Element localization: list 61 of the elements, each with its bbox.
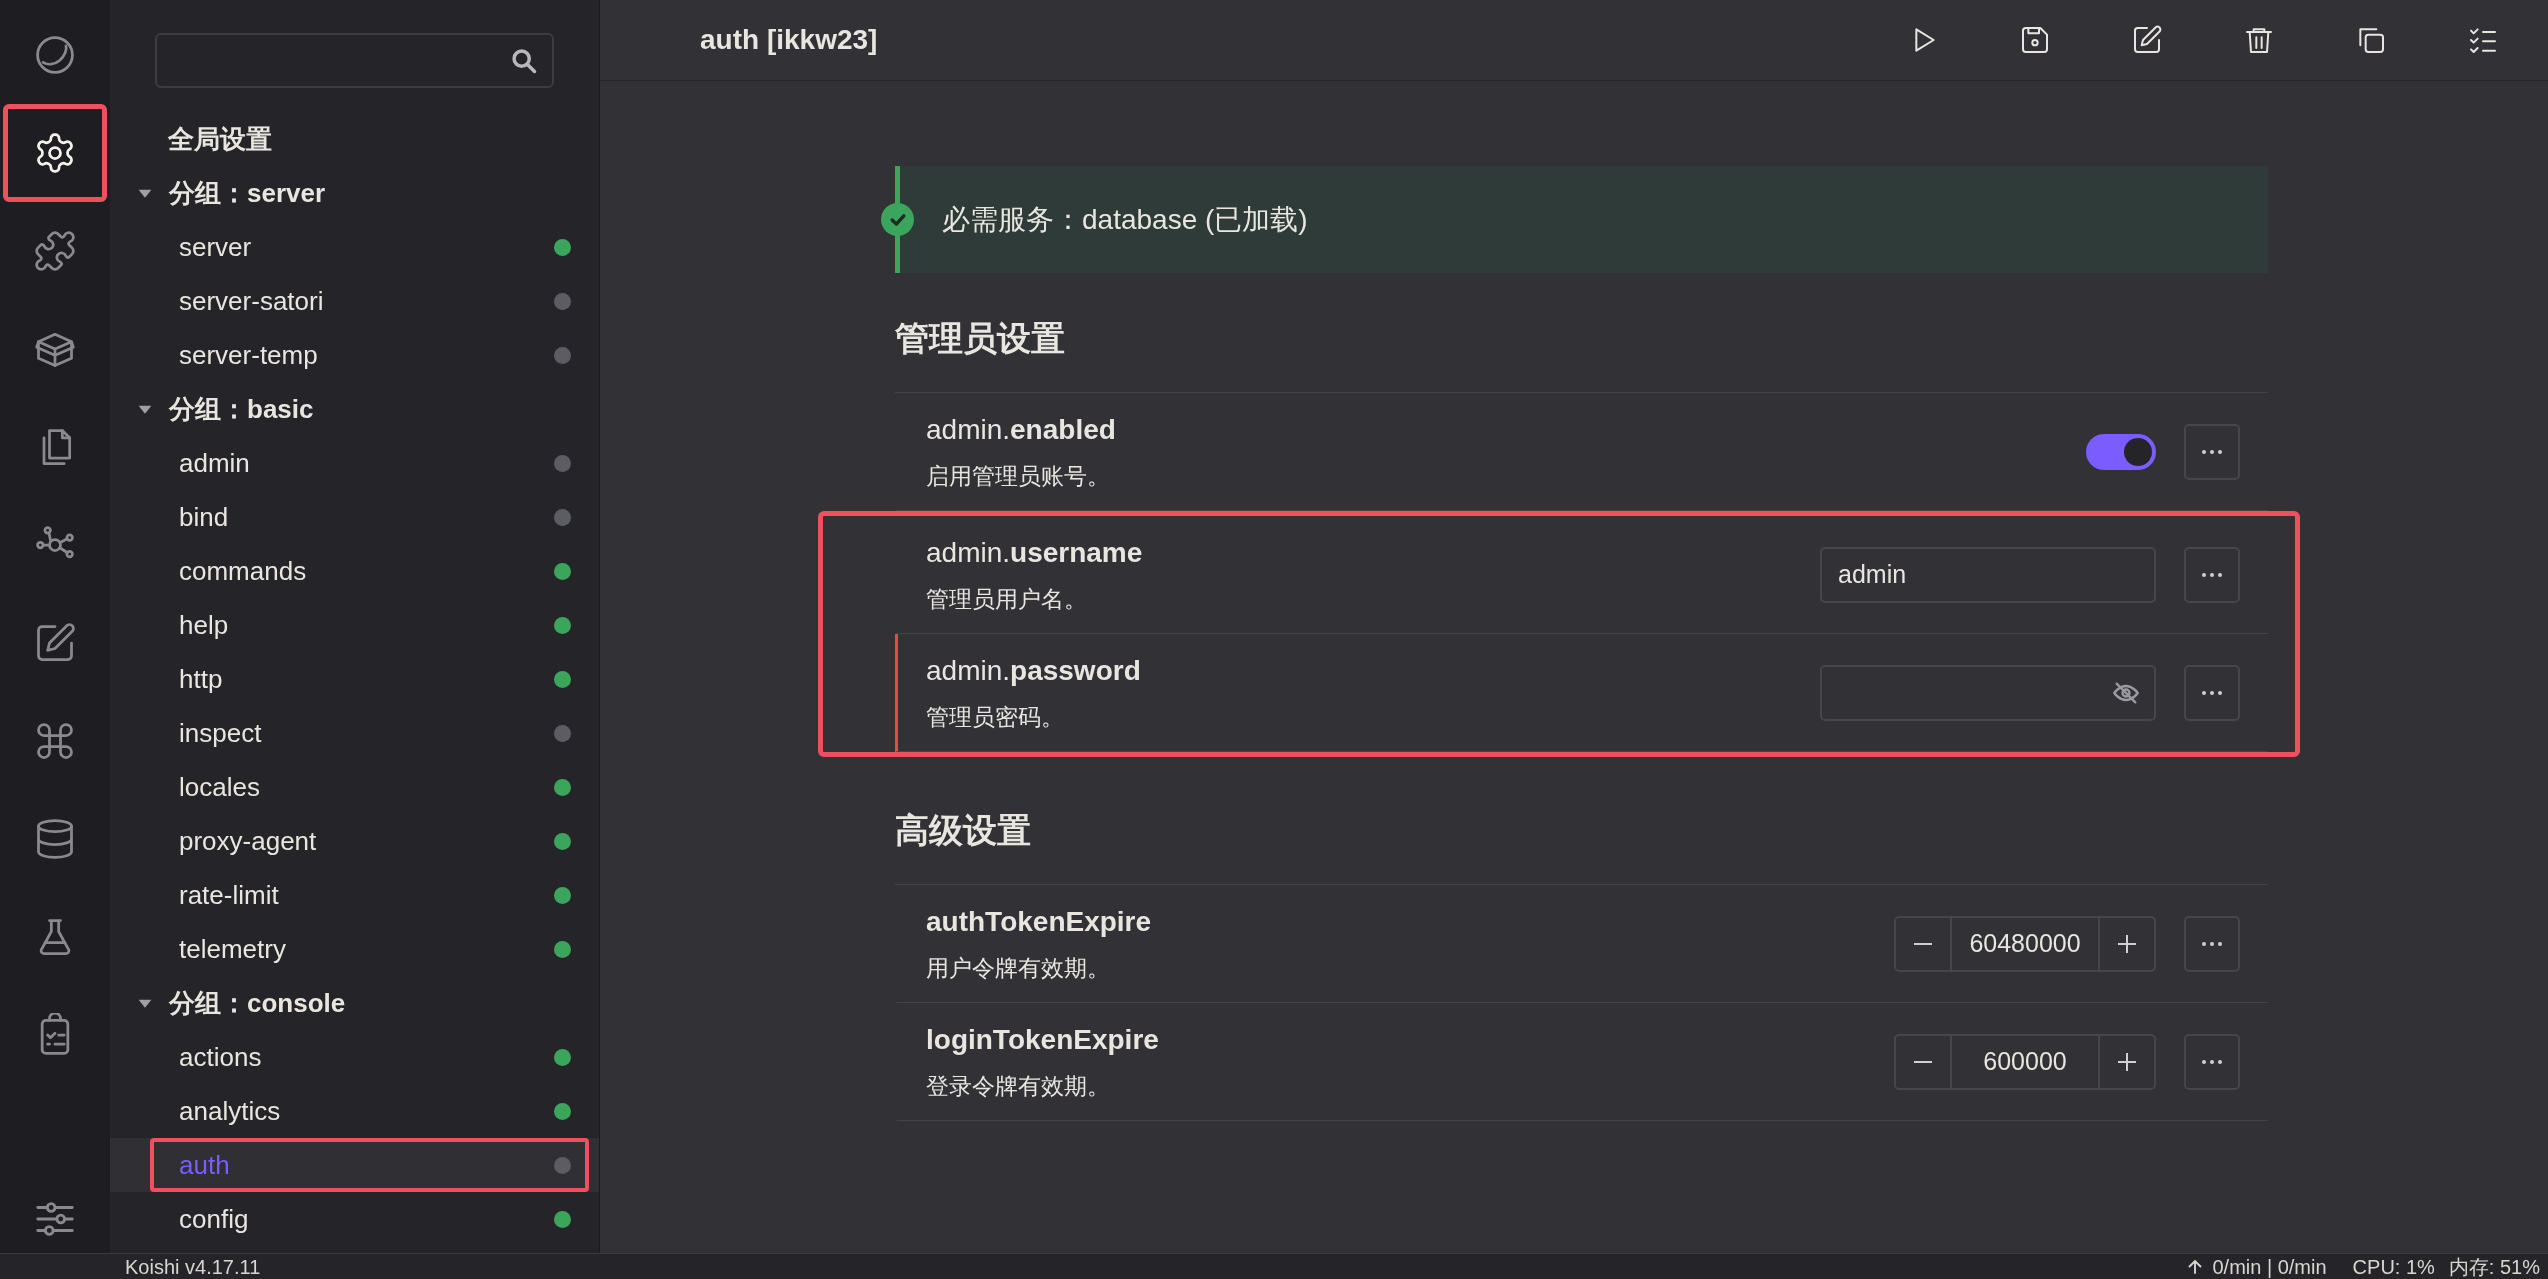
page-title: auth [ikkw23] [700, 23, 879, 57]
notice-text: 必需服务：database (已加载) [942, 202, 1308, 237]
tree-item[interactable]: help [150, 598, 589, 652]
search-field[interactable] [155, 33, 554, 88]
cpu-text: CPU: 1% [2352, 1254, 2435, 1279]
tree-item[interactable]: config [150, 1192, 589, 1246]
puzzle-icon [33, 229, 77, 273]
group-label[interactable]: 分组：server [169, 173, 326, 213]
more-icon [2201, 689, 2223, 696]
edit-icon [2131, 24, 2163, 56]
number-stepper[interactable]: 600000 [1894, 1033, 2156, 1090]
more-icon [2201, 571, 2223, 578]
tree-item[interactable]: server-temp [150, 328, 589, 382]
search-icon [510, 46, 538, 75]
number-field[interactable]: 600000 [1952, 1035, 2098, 1088]
tree-item[interactable]: server-satori [150, 274, 589, 328]
setting-name: admin.enabled [926, 413, 1117, 448]
setting-description: 启用管理员账号。 [926, 462, 1111, 492]
gauge-icon [33, 33, 77, 77]
tree-item[interactable]: rate-limit [150, 868, 589, 922]
plus-icon [2116, 932, 2138, 955]
setting-description: 管理员用户名。 [926, 585, 1088, 615]
setting-name: admin.password [926, 654, 1142, 689]
number-stepper[interactable]: 60480000 [1894, 915, 2156, 972]
tree-item[interactable]: commands [150, 544, 589, 598]
traffic-text: 0/min | 0/min [2212, 1254, 2327, 1279]
memory-text: 内存: 51% [2448, 1254, 2540, 1279]
number-field[interactable]: 60480000 [1952, 917, 2098, 970]
setting-description: 用户令牌有效期。 [926, 954, 1111, 984]
minus-icon [1914, 942, 1932, 945]
group-label[interactable]: 分组：console [169, 983, 346, 1023]
tree-item[interactable]: inspect [150, 706, 589, 760]
version-text: Koishi v4.17.11 [125, 1254, 262, 1279]
setting-description: 登录令牌有效期。 [926, 1072, 1111, 1102]
setting-description: 管理员密码。 [926, 703, 1065, 733]
setting-name: authTokenExpire [926, 905, 1153, 940]
more-icon [2201, 940, 2223, 947]
minus-icon [1914, 1060, 1932, 1063]
plus-icon [2116, 1050, 2138, 1073]
tree-item[interactable]: proxy-agent [150, 814, 589, 868]
section-heading: 管理员设置 [895, 318, 1066, 359]
setting-name: admin.username [926, 536, 1144, 571]
password-field[interactable] [1820, 664, 2156, 721]
text-field[interactable]: admin [1820, 546, 2156, 603]
setting-name: loginTokenExpire [926, 1023, 1160, 1058]
tree-item[interactable]: 全局设置 [168, 119, 272, 159]
toggle-switch[interactable] [2086, 433, 2156, 470]
more-icon [2201, 448, 2223, 455]
more-icon [2201, 1058, 2223, 1065]
tree-item[interactable]: analytics [150, 1084, 589, 1138]
tree-item[interactable]: http [150, 652, 589, 706]
tree-item[interactable]: telemetry [150, 922, 589, 976]
group-label[interactable]: 分组：basic [169, 389, 314, 429]
tree-item[interactable]: locales [150, 760, 589, 814]
tree-item[interactable]: server [150, 220, 589, 274]
tree-item[interactable]: bind [150, 490, 589, 544]
save-icon [2019, 24, 2051, 56]
tree-item[interactable]: admin [150, 436, 589, 490]
section-heading: 高级设置 [895, 810, 1032, 851]
tree-item[interactable]: actions [150, 1030, 589, 1084]
nav-button[interactable] [3, 104, 107, 202]
